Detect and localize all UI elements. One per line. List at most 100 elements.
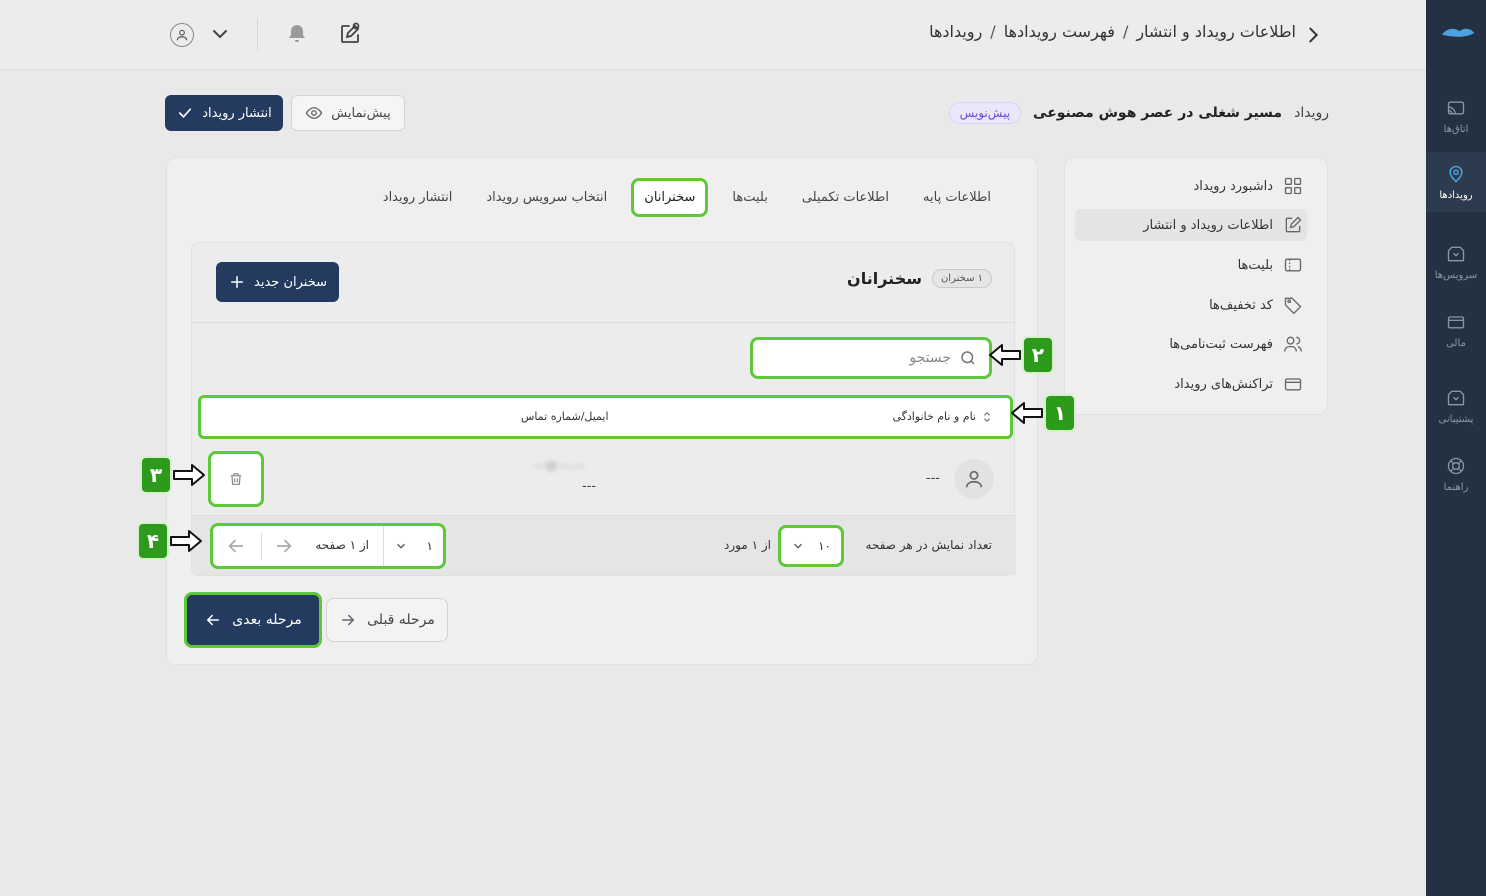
location-pin-icon <box>1449 165 1463 182</box>
breadcrumb-events-list[interactable]: فهرست رویدادها <box>1004 22 1115 41</box>
rail-item-help[interactable]: راهنما <box>1426 444 1486 504</box>
user-icon <box>965 470 983 488</box>
user-icon <box>176 29 188 41</box>
column-name-label: نام و نام خانوادگی <box>892 410 976 423</box>
rail-label: راهنما <box>1443 481 1469 493</box>
rail-label: سرویس‌ها <box>1434 269 1478 281</box>
column-name[interactable]: نام و نام خانوادگی <box>892 410 992 423</box>
main-card: اطلاعات پایه اطلاعات تکمیلی بلیت‌ها سخنر… <box>166 157 1038 665</box>
total-pages: از ۱ صفحه <box>315 538 369 552</box>
speakers-panel: سخنرانان ۱ سخنران سخنران جدید نام و نام … <box>191 242 1016 576</box>
count-badge: ۱ سخنران <box>931 269 992 288</box>
pagination-bar: تعداد نمایش در هر صفحه ۱۰ از ۱ مورد ۱ از… <box>192 515 1016 575</box>
tab-event-services[interactable]: انتخاب سرویس رویداد <box>476 181 617 214</box>
callout-number: ۱ <box>1044 394 1076 432</box>
breadcrumb-events[interactable]: رویدادها <box>929 22 982 41</box>
avatar <box>954 459 994 499</box>
rail-item-events[interactable]: رویدادها <box>1426 152 1486 212</box>
per-page-label: تعداد نمایش در هر صفحه <box>865 538 992 552</box>
speakers-title: سخنرانان ۱ سخنران <box>847 269 992 288</box>
rail-item-support[interactable]: پشتیبانی <box>1426 376 1486 436</box>
callout-3: ۳ <box>140 456 206 494</box>
arrow-right-icon[interactable] <box>273 535 295 557</box>
callout-number: ۳ <box>140 456 172 494</box>
page-navigator: ۱ از ۱ صفحه <box>210 523 446 569</box>
speaker-email: --- <box>582 479 597 494</box>
search-input[interactable] <box>771 350 951 366</box>
publish-event-button[interactable]: انتشار رویداد <box>165 95 283 131</box>
next-step-button[interactable]: مرحله بعدی <box>184 592 322 648</box>
side-item-discount-codes[interactable]: کد تخفیف‌ها <box>1075 289 1307 321</box>
arrow-right-icon <box>342 614 355 626</box>
callout-number: ۴ <box>137 522 169 560</box>
edit-note-icon[interactable] <box>338 22 362 46</box>
rail-item-rooms[interactable]: اتاق‌ها <box>1426 86 1486 146</box>
side-item-registrants[interactable]: فهرست ثبت‌نامی‌ها <box>1075 328 1307 360</box>
per-page-select[interactable]: ۱۰ <box>778 525 844 567</box>
section-title: سخنرانان <box>847 269 922 288</box>
search-box <box>750 337 992 379</box>
trash-icon <box>230 473 242 485</box>
tab-publish[interactable]: انتشار رویداد <box>373 181 463 214</box>
preview-button[interactable]: پیش‌نمایش <box>291 95 405 131</box>
event-name: مسیر شغلی در عصر هوش مصنوعی <box>1033 105 1283 121</box>
page-select[interactable]: ۱ <box>383 526 443 566</box>
arrow-left-icon[interactable] <box>225 535 247 557</box>
event-side-menu: داشبورد رویداد اطلاعات رویداد و انتشار ب… <box>1064 157 1328 415</box>
bell-icon[interactable] <box>285 22 309 46</box>
previous-step-button[interactable]: مرحله قبلی <box>326 598 448 642</box>
tab-basic-info[interactable]: اطلاعات پایه <box>913 181 1001 214</box>
total-items: از ۱ مورد <box>724 538 771 552</box>
event-header: رویداد مسیر شغلی در عصر هوش مصنوعی پیش‌ن… <box>948 102 1329 124</box>
brand-logo-icon <box>1441 28 1475 37</box>
delete-speaker-button[interactable] <box>208 451 264 507</box>
topbar: رویدادها / فهرست رویدادها / اطلاعات روید… <box>0 0 1426 70</box>
chevron-down-icon <box>794 543 802 549</box>
edit-icon <box>1285 216 1302 233</box>
rail-label: پشتیبانی <box>1438 413 1474 425</box>
tab-speakers[interactable]: سخنرانان <box>631 178 709 217</box>
side-item-transactions[interactable]: تراکنش‌های رویداد <box>1075 368 1307 400</box>
speaker-email-blurred: ---@---.--- <box>534 459 585 472</box>
rail-label: رویدادها <box>1439 189 1473 201</box>
page-value: ۱ <box>426 539 433 553</box>
tab-tickets[interactable]: بلیت‌ها <box>722 181 777 214</box>
side-item-label: بلیت‌ها <box>1237 257 1273 273</box>
side-item-label: اطلاعات رویداد و انتشار <box>1143 217 1273 233</box>
side-item-label: تراکنش‌های رویداد <box>1174 376 1273 392</box>
callout-4: ۴ <box>137 522 203 560</box>
callout-1: ۱ <box>1010 394 1076 432</box>
status-badge: پیش‌نویس <box>948 102 1022 124</box>
lifebuoy-icon <box>1447 457 1465 474</box>
chevron-right-icon[interactable] <box>1302 24 1324 46</box>
nav-divider <box>261 532 262 560</box>
side-item-event-info[interactable]: اطلاعات رویداد و انتشار <box>1075 209 1307 241</box>
speakers-header: سخنرانان ۱ سخنران سخنران جدید <box>192 243 1016 323</box>
plus-icon <box>231 276 244 288</box>
next-step-label: مرحله بعدی <box>232 612 302 628</box>
side-item-dashboard[interactable]: داشبورد رویداد <box>1075 170 1307 202</box>
search-icon <box>961 351 975 365</box>
step-tabs: اطلاعات پایه اطلاعات تکمیلی بلیت‌ها سخنر… <box>373 178 1001 217</box>
users-icon <box>1284 336 1302 352</box>
breadcrumb-separator: / <box>990 22 996 41</box>
chevron-down-icon[interactable] <box>208 22 232 46</box>
new-speaker-button[interactable]: سخنران جدید <box>216 262 339 302</box>
card-icon <box>1284 378 1302 391</box>
callout-2: ۲ <box>988 336 1054 374</box>
previous-step-label: مرحله قبلی <box>367 612 435 628</box>
rail-item-services[interactable]: سرویس‌ها <box>1426 232 1486 292</box>
arrow-left-callout-icon <box>989 344 1021 366</box>
rail-item-finance[interactable]: مالی <box>1426 300 1486 360</box>
publish-label: انتشار رویداد <box>202 105 272 121</box>
grid-icon <box>1284 177 1302 195</box>
column-email: ایمیل/شماره تماس <box>521 410 609 423</box>
side-item-tickets[interactable]: بلیت‌ها <box>1075 249 1307 281</box>
tag-icon <box>1284 297 1302 315</box>
arrow-right-callout-icon <box>170 530 202 552</box>
breadcrumb-current: اطلاعات رویداد و انتشار <box>1136 22 1296 41</box>
tab-extra-info[interactable]: اطلاعات تکمیلی <box>792 181 899 214</box>
sort-icon <box>984 411 990 422</box>
user-avatar[interactable] <box>170 23 194 47</box>
breadcrumb-separator: / <box>1122 22 1129 41</box>
